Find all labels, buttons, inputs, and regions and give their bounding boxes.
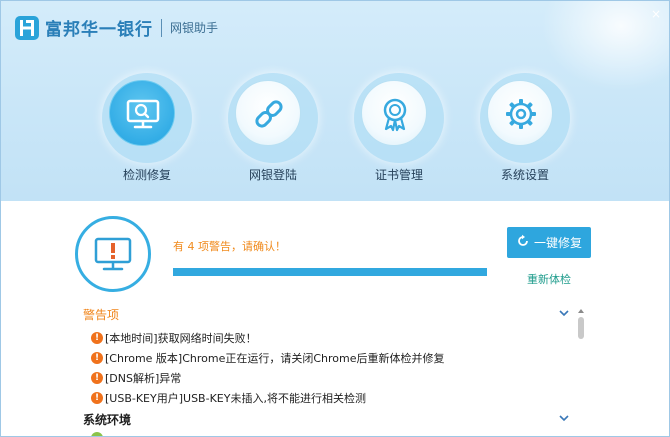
results-list: 警告项 ! [本地时间]获取网络时间失败！ ! [Chrome 版本]Chrom… bbox=[1, 301, 669, 436]
bank-logo-icon bbox=[15, 15, 39, 40]
status-ok-icon bbox=[91, 432, 103, 436]
warning-item: ! [本地时间]获取网络时间失败！ bbox=[91, 330, 257, 346]
warning-icon: ! bbox=[91, 352, 103, 364]
product-name: 网银助手 bbox=[170, 21, 219, 35]
warning-summary: 有 4 项警告，请确认！ bbox=[173, 240, 286, 253]
logo-divider bbox=[161, 18, 162, 37]
chevron-down-icon[interactable] bbox=[559, 413, 569, 423]
nav-detect-repair[interactable]: 检测修复 bbox=[97, 73, 197, 183]
scrollbar-thumb[interactable] bbox=[578, 317, 584, 339]
nav-label: 网银登陆 bbox=[248, 168, 297, 182]
warning-icon: ! bbox=[91, 332, 103, 344]
scrollbar[interactable] bbox=[575, 307, 587, 436]
header: 富邦华一银行 网银助手 × 检测修复 网银登陆 证书管理 系统设置 bbox=[1, 1, 669, 201]
warning-text: [Chrome 版本]Chrome正在运行，请关闭Chrome后重新体检并修复 bbox=[105, 352, 445, 365]
scan-progress-bar bbox=[173, 268, 487, 276]
logo: 富邦华一银行 网银助手 bbox=[15, 15, 218, 40]
one-click-repair-button[interactable]: 一键修复 bbox=[507, 227, 591, 258]
recheck-link[interactable]: 重新体检 bbox=[521, 271, 577, 287]
certificate-badge-icon bbox=[383, 98, 407, 132]
close-icon[interactable]: × bbox=[649, 7, 663, 21]
nav-bank-login[interactable]: 网银登陆 bbox=[223, 73, 323, 183]
warning-icon: ! bbox=[91, 392, 103, 404]
refresh-icon bbox=[516, 234, 530, 251]
monitor-warning-icon bbox=[94, 237, 132, 271]
gear-icon bbox=[506, 99, 536, 129]
chevron-down-icon[interactable] bbox=[559, 308, 569, 318]
nav-certificate-management[interactable]: 证书管理 bbox=[349, 73, 449, 183]
warnings-heading[interactable]: 警告项 bbox=[83, 306, 119, 323]
warning-item: ! [Chrome 版本]Chrome正在运行，请关闭Chrome后重新体检并修… bbox=[91, 350, 445, 366]
warning-item: ! [DNS解析]异常 bbox=[91, 370, 181, 386]
app-window: 富邦华一银行 网银助手 × 检测修复 网银登陆 证书管理 系统设置 有 4 项警… bbox=[0, 0, 670, 437]
nav-system-settings[interactable]: 系统设置 bbox=[475, 73, 575, 183]
link-icon bbox=[255, 100, 283, 128]
warning-text: [本地时间]获取网络时间失败！ bbox=[105, 332, 257, 345]
nav-label: 系统设置 bbox=[500, 168, 549, 182]
nav-label: 证书管理 bbox=[374, 168, 423, 182]
system-environment-heading[interactable]: 系统环境 bbox=[83, 411, 131, 428]
brand-name: 富邦华一银行 bbox=[45, 20, 153, 40]
repair-button-label: 一键修复 bbox=[533, 236, 582, 250]
status-indicator bbox=[75, 216, 151, 292]
status-panel: 有 4 项警告，请确认！ 一键修复 重新体检 bbox=[1, 201, 669, 292]
nav-label: 检测修复 bbox=[122, 168, 171, 182]
warning-text: [DNS解析]异常 bbox=[105, 372, 182, 385]
warning-text: [USB-KEY用户]USB-KEY未插入,将不能进行相关检测 bbox=[105, 392, 366, 405]
warning-icon: ! bbox=[91, 372, 103, 384]
scroll-up-icon[interactable] bbox=[577, 307, 585, 315]
monitor-search-icon bbox=[126, 99, 160, 129]
warning-item: ! [USB-KEY用户]USB-KEY未插入,将不能进行相关检测 bbox=[91, 390, 366, 406]
